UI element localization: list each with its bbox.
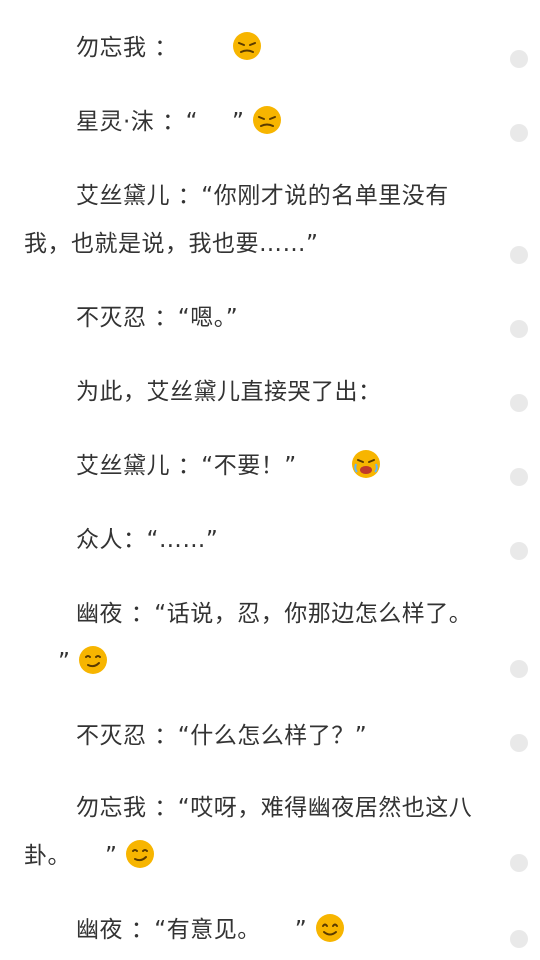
dizzy-face-icon	[200, 104, 282, 134]
paragraph-text: 众人：“……”	[76, 527, 219, 553]
paragraph-line: 众人：“……”	[24, 516, 484, 564]
crying-face-icon	[299, 448, 380, 478]
paragraph-comment-marker[interactable]	[510, 246, 528, 264]
paragraph-line: 为此，艾丝黛儿直接哭了出：	[24, 368, 484, 416]
paragraph-comment-marker[interactable]	[510, 854, 528, 872]
paragraph-text: 幽夜 ：“有意见。	[76, 917, 261, 943]
paragraph-comment-marker[interactable]	[510, 930, 528, 948]
paragraph-comment-marker[interactable]	[510, 734, 528, 752]
paragraph-text: 不灭忍 ：“嗯。”	[76, 305, 239, 331]
smirk-face-icon	[26, 644, 107, 674]
paragraph-comment-marker[interactable]	[510, 124, 528, 142]
paragraph-comment-marker[interactable]	[510, 320, 528, 338]
paragraph-comment-marker[interactable]	[510, 394, 528, 412]
paragraph-text: 勿忘我 ：	[76, 35, 178, 61]
paragraph-text: 星灵·沫 ：“	[76, 109, 199, 135]
reader-page: 勿忘我 ： 星灵·沫 ：“ ” 艾丝黛儿 ：“你刚才说的名单里没有我，也就是说，…	[0, 0, 540, 960]
paragraph-line: 不灭忍 ：“什么怎么样了？”	[24, 712, 484, 760]
smirk-face-icon	[73, 838, 154, 868]
paragraph-text: 幽夜 ：“话说，忍，你那边怎么样了。	[76, 601, 473, 627]
smile-face-icon	[263, 912, 344, 942]
paragraph-comment-marker[interactable]	[510, 468, 528, 486]
paragraph-tail: ”	[232, 109, 245, 135]
paragraph-tail: ”	[58, 649, 71, 675]
paragraph-tail: ”	[105, 843, 118, 869]
paragraph-line: 幽夜 ：“话说，忍，你那边怎么样了。 ”	[24, 590, 484, 686]
paragraph-line: 勿忘我 ：“哎呀，难得幽夜居然也这八卦。 ”	[24, 784, 484, 880]
paragraph-line: 幽夜 ：“有意见。 ”	[24, 906, 484, 954]
dizzy-face-icon	[180, 30, 261, 60]
paragraph-tail: ”	[294, 917, 308, 943]
paragraph-comment-marker[interactable]	[510, 542, 528, 560]
paragraph-comment-marker[interactable]	[510, 660, 528, 678]
paragraph-line: 勿忘我 ：	[24, 24, 484, 72]
paragraph-line: 星灵·沫 ：“ ”	[24, 98, 484, 146]
paragraph-line: 不灭忍 ：“嗯。”	[24, 294, 484, 342]
paragraph-text: 为此，艾丝黛儿直接哭了出：	[76, 379, 382, 405]
paragraph-text: 艾丝黛儿 ：“你刚才说的名单里没有我，也就是说，我也要……”	[24, 183, 449, 257]
paragraph-text: 不灭忍 ：“什么怎么样了？”	[76, 723, 368, 749]
paragraph-line: 艾丝黛儿 ：“你刚才说的名单里没有我，也就是说，我也要……”	[24, 172, 484, 268]
paragraph-comment-marker[interactable]	[510, 50, 528, 68]
paragraph-line: 艾丝黛儿 ：“不要！”	[24, 442, 484, 490]
paragraph-text: 艾丝黛儿 ：“不要！”	[76, 453, 297, 479]
